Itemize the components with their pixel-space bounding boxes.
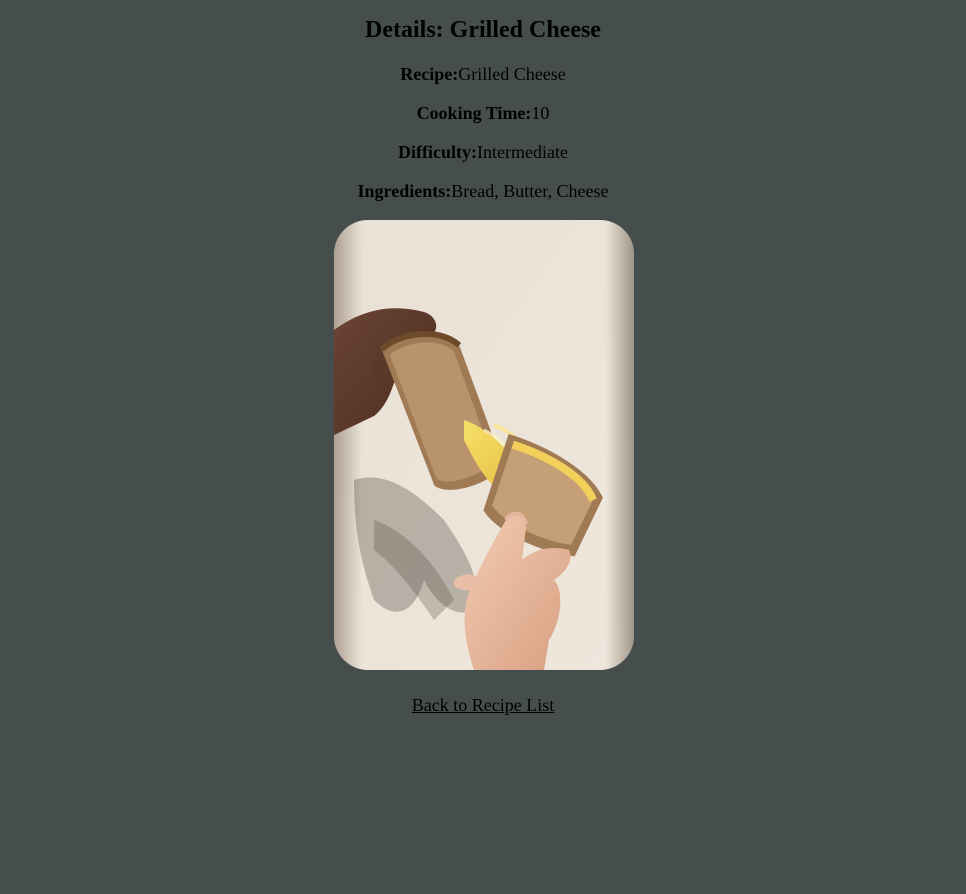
- back-link-row: Back to Recipe List: [0, 694, 966, 716]
- page-title: Details: Grilled Cheese: [365, 17, 601, 43]
- difficulty-label: Difficulty:: [398, 142, 478, 162]
- recipe-detail-page: Details: Grilled Cheese Recipe:Grilled C…: [0, 0, 966, 894]
- ingredients-label: Ingredients:: [357, 181, 452, 201]
- difficulty-row: Difficulty:Intermediate: [0, 141, 966, 163]
- recipe-label: Recipe:: [400, 64, 459, 84]
- cooking-time-label: Cooking Time:: [416, 103, 532, 123]
- grilled-cheese-illustration: [334, 220, 634, 670]
- back-to-recipe-list-link[interactable]: Back to Recipe List: [412, 695, 554, 715]
- ingredients-row: Ingredients:Bread, Butter, Cheese: [0, 180, 966, 202]
- ingredients-value: Bread, Butter, Cheese: [451, 181, 609, 201]
- cooking-time-value: 10: [531, 103, 550, 123]
- recipe-value: Grilled Cheese: [458, 64, 566, 84]
- recipe-row: Recipe:Grilled Cheese: [0, 63, 966, 85]
- recipe-photo: [334, 220, 634, 670]
- difficulty-value: Intermediate: [477, 142, 568, 162]
- cooking-time-row: Cooking Time:10: [0, 102, 966, 124]
